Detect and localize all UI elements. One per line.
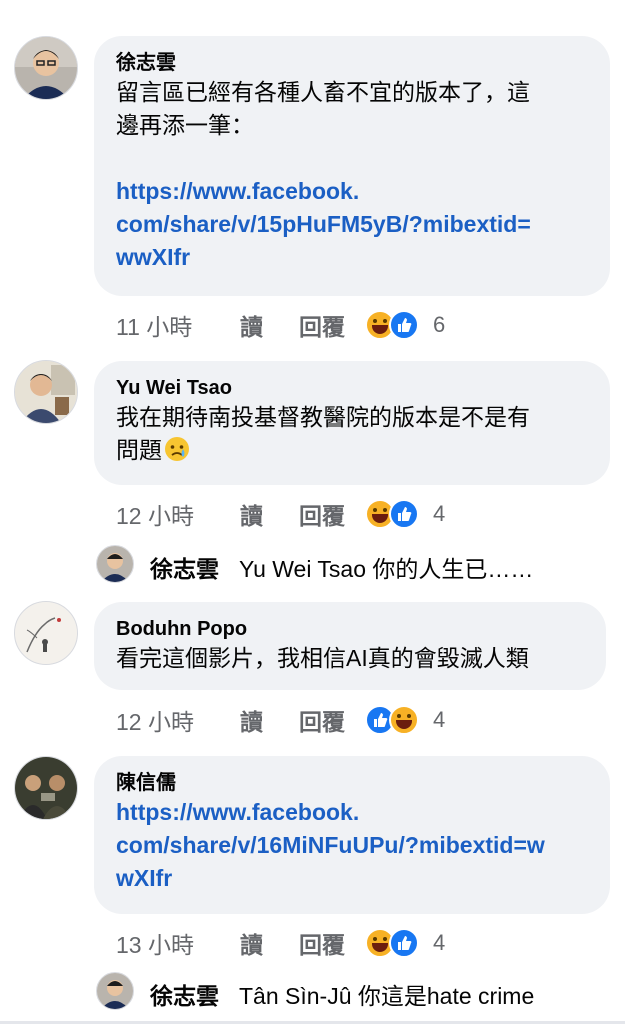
comment-bubble: Yu Wei Tsao 我在期待南投基督教醫院的版本是不是有 問題: [94, 361, 610, 485]
avatar[interactable]: [14, 601, 78, 665]
comment-link[interactable]: https://www.facebook. com/share/v/15pHuF…: [116, 175, 588, 274]
like-reaction-icon: [389, 310, 419, 340]
reply-author[interactable]: 徐志雲: [150, 550, 219, 584]
read-button[interactable]: 讀: [240, 497, 263, 531]
reply-text[interactable]: Yu Wei Tsao 你的人生已……: [239, 550, 533, 584]
comment-time[interactable]: 11 小時: [116, 308, 240, 342]
avatar[interactable]: [14, 756, 78, 820]
haha-reaction-icon: [389, 705, 419, 735]
comment-text: 留言區已經有各種人畜不宜的版本了，這 邊再添一筆：: [116, 79, 530, 138]
like-reaction-icon: [389, 928, 419, 958]
comment-author[interactable]: Yu Wei Tsao: [116, 375, 588, 401]
comment-time[interactable]: 13 小時: [116, 926, 240, 960]
reactions[interactable]: 4: [365, 499, 445, 529]
crying-face-emoji: [164, 436, 190, 471]
comment-bubble: 陳信儒 https://www.facebook. com/share/v/16…: [94, 756, 610, 914]
comment-bubble: 徐志雲 留言區已經有各種人畜不宜的版本了，這 邊再添一筆： https://ww…: [94, 36, 610, 296]
comment-meta: 11 小時 讀 回覆 6: [116, 308, 445, 342]
comment-bubble: Boduhn Popo 看完這個影片，我相信AI真的會毀滅人類: [94, 602, 606, 690]
comment-time[interactable]: 12 小時: [116, 497, 240, 531]
reactions[interactable]: 4: [365, 705, 445, 735]
reply-avatar[interactable]: [96, 545, 134, 583]
comment-text: 看完這個影片，我相信AI真的會毀滅人類: [116, 645, 529, 671]
reaction-count: 6: [433, 312, 446, 337]
comment-author[interactable]: 徐志雲: [116, 50, 588, 76]
comment-meta: 12 小時 讀 回覆 4: [116, 703, 445, 737]
comment-author[interactable]: 陳信儒: [116, 770, 588, 796]
reactions[interactable]: 6: [365, 310, 445, 340]
reply-avatar[interactable]: [96, 972, 134, 1010]
like-reaction-icon: [389, 499, 419, 529]
reply-author[interactable]: 徐志雲: [150, 977, 219, 1011]
avatar[interactable]: [14, 36, 78, 100]
reply-button[interactable]: 回覆: [299, 497, 345, 531]
read-button[interactable]: 讀: [240, 703, 263, 737]
avatar[interactable]: [14, 360, 78, 424]
reaction-count: 4: [433, 930, 446, 955]
reaction-count: 4: [433, 707, 446, 732]
reply-button[interactable]: 回覆: [299, 926, 345, 960]
comment-link[interactable]: https://www.facebook. com/share/v/16MiNF…: [116, 796, 588, 895]
comment-meta: 12 小時 讀 回覆 4: [116, 497, 445, 531]
reactions[interactable]: 4: [365, 928, 445, 958]
reply-text[interactable]: Tân Sìn-Jû 你這是hate crime: [239, 977, 534, 1011]
reply-preview[interactable]: 徐志雲 Yu Wei Tsao 你的人生已……: [132, 550, 533, 584]
read-button[interactable]: 讀: [240, 926, 263, 960]
reply-preview[interactable]: 徐志雲 Tân Sìn-Jû 你這是hate crime: [132, 977, 534, 1011]
read-button[interactable]: 讀: [240, 308, 263, 342]
reply-button[interactable]: 回覆: [299, 308, 345, 342]
comment-time[interactable]: 12 小時: [116, 703, 240, 737]
comment-text-wrap: 我在期待南投基督教醫院的版本是不是有 問題: [116, 401, 588, 471]
comment-author[interactable]: Boduhn Popo: [116, 616, 584, 642]
reaction-count: 4: [433, 501, 446, 526]
reply-button[interactable]: 回覆: [299, 703, 345, 737]
comment-meta: 13 小時 讀 回覆 4: [116, 926, 445, 960]
